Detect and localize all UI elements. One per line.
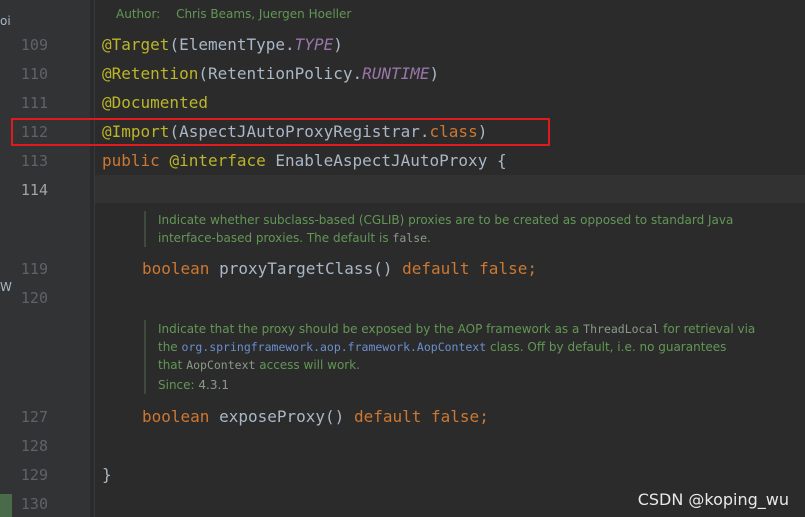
line-number: 129 (20, 466, 48, 484)
doc-link[interactable]: org.springframework.aop.framework.AopCon… (182, 340, 487, 354)
code-line-109[interactable]: @Target(ElementType.TYPE) (102, 35, 343, 55)
javadoc-proxy-target-class: Indicate whether subclass-based (CGLIB) … (144, 211, 768, 247)
keyword: false (431, 407, 480, 426)
keyword: default (402, 259, 470, 278)
watermark: CSDN @koping_wu (637, 490, 789, 509)
semicolon: ; (527, 259, 537, 278)
doc-since: Since: 4.3.1 (158, 378, 229, 392)
keyword: false (479, 259, 528, 278)
javadoc-expose-proxy: Indicate that the proxy should be expose… (144, 320, 798, 394)
code-text: EnableAspectJAutoProxy { (265, 151, 507, 170)
line-number: 130 (20, 495, 48, 513)
annotation: @Retention (102, 64, 199, 83)
code-line-110[interactable]: @Retention(RetentionPolicy.RUNTIME) (102, 64, 439, 84)
annotation: @interface (169, 151, 266, 170)
code-text: proxyTargetClass() (209, 259, 403, 278)
line-number: 119 (20, 260, 48, 278)
line-number: 110 (20, 65, 48, 83)
fold-guide (94, 0, 95, 517)
code-text: (ElementType. (169, 35, 295, 54)
enum-constant: RUNTIME (362, 64, 430, 83)
doc-code: AopContext (186, 358, 256, 372)
doc-line: the org.springframework.aop.framework.Ao… (158, 340, 727, 354)
code-line-111[interactable]: @Documented (102, 93, 208, 113)
edge-label-mid: W (0, 280, 12, 294)
annotation: @Documented (102, 93, 208, 112)
code-line-129[interactable]: } (102, 465, 112, 485)
code-text: (RetentionPolicy. (198, 64, 363, 83)
current-line-highlight (95, 175, 805, 203)
line-number: 111 (20, 94, 48, 112)
doc-line: interface-based proxies. The default is … (158, 231, 431, 245)
line-number: 109 (20, 36, 48, 54)
code-text: exposeProxy() (209, 407, 354, 426)
code-text: ) (333, 35, 343, 54)
doc-code: false (392, 231, 428, 245)
enum-constant: TYPE (294, 35, 334, 54)
keyword: boolean (142, 407, 210, 426)
code-line-119[interactable]: boolean proxyTargetClass() default false… (142, 259, 537, 279)
doc-line: Indicate that the proxy should be expose… (158, 322, 756, 336)
keyword: boolean (142, 259, 210, 278)
annotation: @Target (102, 35, 170, 54)
author-doc: Author: Chris Beams, Juergen Hoeller (102, 5, 351, 23)
author-label: Author: (116, 7, 161, 21)
code-text: ) (429, 64, 440, 83)
doc-code: ThreadLocal (583, 322, 660, 336)
keyword: default (353, 407, 422, 426)
highlight-box (11, 118, 550, 146)
code-line-113[interactable]: public @interface EnableAspectJAutoProxy… (102, 151, 507, 171)
line-number: 127 (20, 408, 48, 426)
line-number: 113 (20, 152, 48, 170)
edge-label-top: oi (0, 14, 11, 28)
line-number-current: 114 (20, 181, 48, 199)
left-edge-strip (0, 0, 15, 517)
keyword: public (102, 151, 160, 170)
code-line-127[interactable]: boolean exposeProxy() default false; (142, 407, 489, 427)
line-number: 128 (20, 437, 48, 455)
doc-line: Indicate whether subclass-based (CGLIB) … (158, 213, 734, 227)
author-names: Chris Beams, Juergen Hoeller (176, 7, 352, 21)
change-marker (0, 494, 12, 517)
semicolon: ; (479, 407, 489, 426)
line-number: 120 (20, 289, 48, 307)
doc-line: that AopContext access will work. (158, 358, 360, 372)
